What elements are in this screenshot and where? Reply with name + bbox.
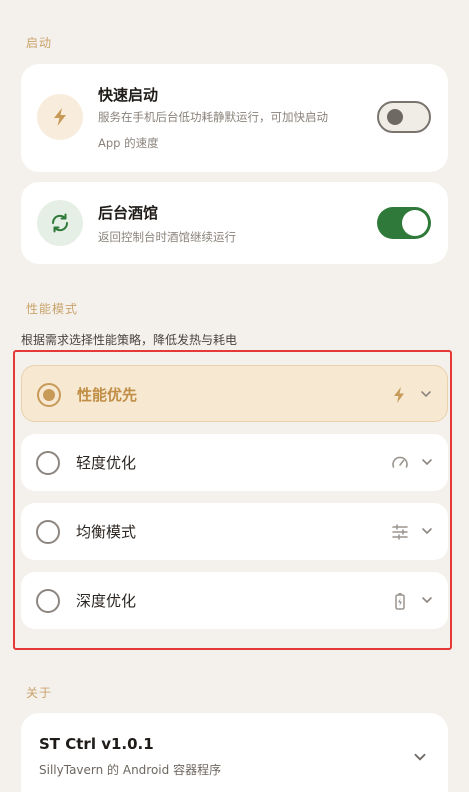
settings-page: 启动 快速启动 服务在手机后台低功耗静默运行，可加快启动 App 的速度 后台酒… <box>0 0 469 792</box>
battery-icon <box>395 593 405 610</box>
radio-unselected[interactable] <box>36 520 60 544</box>
mode-label: 深度优化 <box>76 592 137 610</box>
mode-label: 均衡模式 <box>76 523 137 541</box>
lightning-icon <box>394 387 404 403</box>
mode-option-balanced[interactable]: 均衡模式 <box>21 503 448 560</box>
about-title: ST Ctrl v1.0.1 <box>39 735 154 753</box>
quick-start-title: 快速启动 <box>98 86 159 104</box>
chevron-down-icon[interactable] <box>420 524 434 538</box>
lightning-icon <box>37 94 83 140</box>
mode-label: 性能优先 <box>77 386 138 404</box>
radio-unselected[interactable] <box>36 589 60 613</box>
background-tavern-title: 后台酒馆 <box>98 204 159 222</box>
background-tavern-card[interactable]: 后台酒馆 返回控制台时酒馆继续运行 <box>21 182 448 264</box>
mode-option-light[interactable]: 轻度优化 <box>21 434 448 491</box>
quick-start-desc-1: 服务在手机后台低功耗静默运行，可加快启动 <box>98 110 328 124</box>
quick-start-toggle[interactable] <box>377 101 431 133</box>
sliders-icon <box>392 524 408 540</box>
chevron-down-icon[interactable] <box>420 593 434 607</box>
background-tavern-desc: 返回控制台时酒馆继续运行 <box>98 230 236 244</box>
chevron-down-icon[interactable] <box>420 455 434 469</box>
about-card[interactable]: ST Ctrl v1.0.1 SillyTavern 的 Android 容器程… <box>21 713 448 792</box>
performance-hint: 根据需求选择性能策略，降低发热与耗电 <box>21 333 238 347</box>
mode-option-performance[interactable]: 性能优先 <box>21 365 448 422</box>
chevron-down-icon[interactable] <box>419 387 433 401</box>
quick-start-card[interactable]: 快速启动 服务在手机后台低功耗静默运行，可加快启动 App 的速度 <box>21 64 448 172</box>
speedometer-icon <box>392 456 408 468</box>
section-label-performance: 性能模式 <box>26 302 79 316</box>
about-desc: SillyTavern 的 Android 容器程序 <box>39 763 222 777</box>
radio-selected[interactable] <box>37 383 61 407</box>
section-label-startup: 启动 <box>26 36 53 50</box>
quick-start-desc-2: App 的速度 <box>98 136 159 150</box>
mode-option-deep[interactable]: 深度优化 <box>21 572 448 629</box>
sync-icon <box>37 200 83 246</box>
radio-unselected[interactable] <box>36 451 60 475</box>
chevron-down-icon[interactable] <box>412 749 428 765</box>
background-tavern-toggle[interactable] <box>377 207 431 239</box>
section-label-about: 关于 <box>26 686 53 700</box>
mode-label: 轻度优化 <box>76 454 137 472</box>
